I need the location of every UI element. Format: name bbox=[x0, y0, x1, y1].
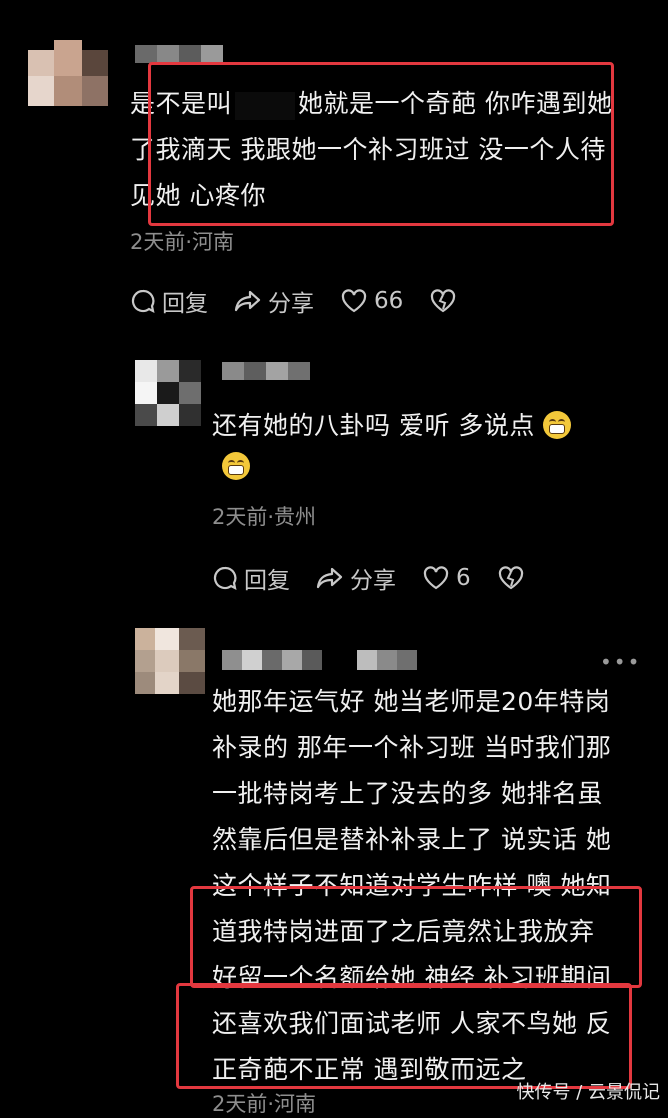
broken-heart-icon bbox=[431, 289, 456, 313]
more-options-icon[interactable]: ••• bbox=[600, 650, 641, 674]
avatar[interactable] bbox=[135, 628, 205, 694]
heart-icon bbox=[341, 289, 367, 313]
comment-line: 她那年运气好 她当老师是20年特岗 bbox=[212, 687, 611, 716]
share-label: 分享 bbox=[268, 291, 314, 317]
share-icon bbox=[316, 567, 343, 589]
comment-meta: 2天前·贵州 bbox=[212, 505, 317, 529]
highlight-box bbox=[190, 886, 642, 988]
comment-line: 一批特岗考上了没去的多 她排名虽 bbox=[212, 779, 603, 808]
like-button[interactable]: 6 bbox=[422, 561, 471, 595]
like-button[interactable]: 66 bbox=[340, 284, 403, 318]
broken-heart-icon bbox=[498, 566, 523, 590]
highlight-box bbox=[176, 983, 632, 1089]
username-blurred[interactable] bbox=[222, 362, 312, 382]
avatar[interactable] bbox=[28, 40, 108, 120]
reply-icon bbox=[131, 289, 155, 313]
like-count: 6 bbox=[456, 565, 471, 591]
reply-button[interactable]: 回复 bbox=[212, 561, 290, 595]
comment-meta: 2天前·河南 bbox=[212, 1092, 317, 1116]
comment-text: 还有她的八卦吗 爱听 多说点 bbox=[212, 406, 572, 446]
avatar[interactable] bbox=[135, 360, 201, 426]
comment-line: 补录的 那年一个补习班 当时我们那 bbox=[212, 733, 612, 762]
dislike-button[interactable] bbox=[429, 284, 457, 318]
reply-icon bbox=[213, 566, 237, 590]
comment-meta: 2天前·河南 bbox=[130, 230, 235, 254]
share-button[interactable]: 分享 bbox=[316, 561, 396, 595]
share-button[interactable]: 分享 bbox=[234, 284, 314, 318]
username-blurred[interactable] bbox=[222, 650, 442, 672]
comment-line: 还有她的八卦吗 爱听 多说点 bbox=[212, 411, 535, 440]
grin-emoji-icon bbox=[543, 411, 572, 439]
highlight-box bbox=[148, 62, 614, 226]
reply-label: 回复 bbox=[244, 568, 290, 594]
reply-label: 回复 bbox=[162, 291, 208, 317]
dislike-button[interactable] bbox=[497, 561, 525, 595]
reply-button[interactable]: 回复 bbox=[130, 284, 208, 318]
comment-line: 然靠后但是替补补录上了 说实话 她 bbox=[212, 825, 612, 854]
like-count: 66 bbox=[374, 288, 404, 314]
watermark: 快传号 / 云景侃记 bbox=[516, 1082, 660, 1103]
heart-icon bbox=[423, 566, 449, 590]
share-icon bbox=[234, 290, 261, 312]
grin-emoji-icon bbox=[222, 452, 250, 480]
share-label: 分享 bbox=[350, 568, 396, 594]
